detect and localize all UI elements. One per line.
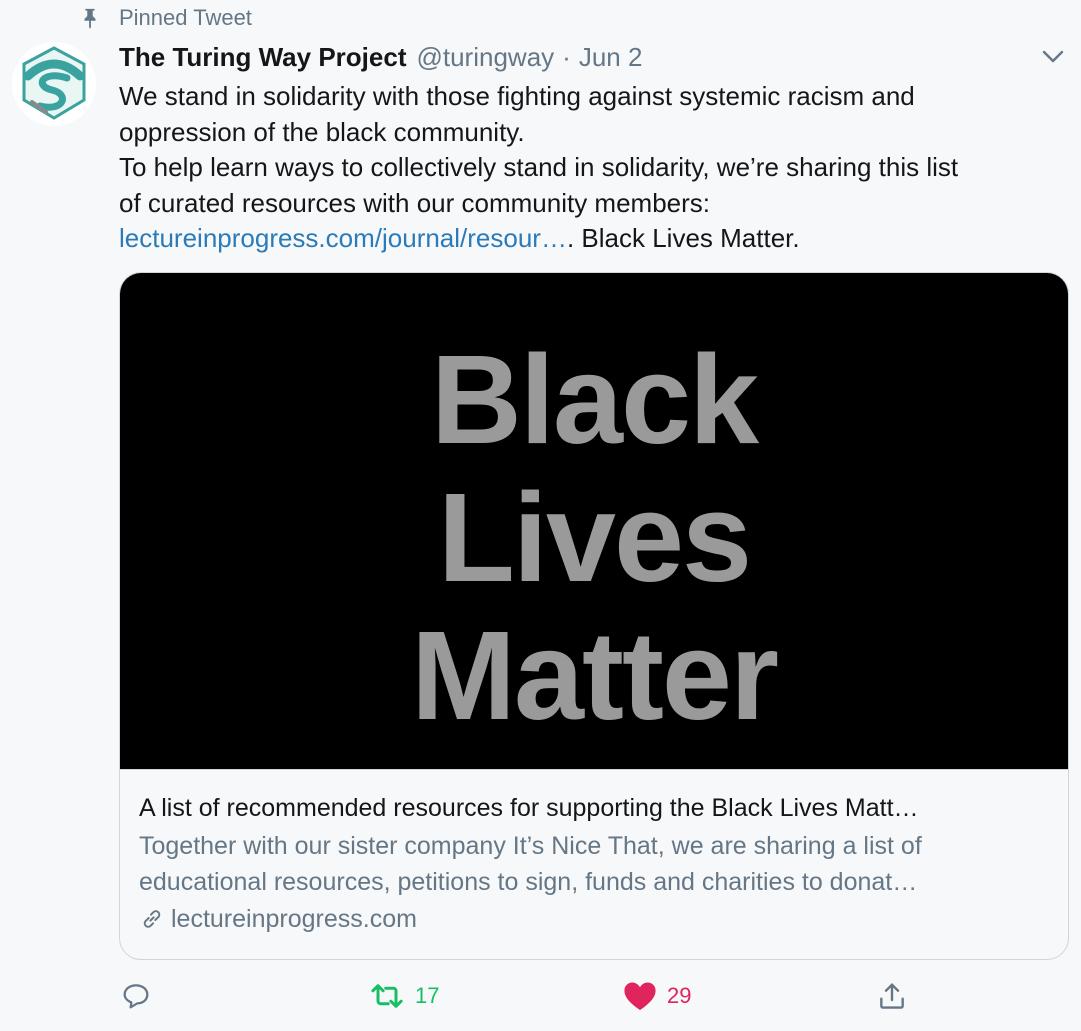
card-title: A list of recommended resources for supp… (139, 794, 919, 822)
chevron-down-icon (1042, 50, 1064, 63)
link-icon (143, 910, 161, 928)
retweet-icon (371, 984, 403, 1008)
card-domain: lectureinprogress.com (171, 904, 417, 933)
card-domain-row: lectureinprogress.com (139, 903, 417, 935)
tweet-actions: 17 29 (0, 976, 1081, 1016)
tweet-text-line: oppression of the black community. (119, 116, 525, 147)
like-button[interactable]: 29 (623, 976, 691, 1016)
card-divider (120, 769, 1068, 770)
tweet-link[interactable]: lectureinprogress.com/journal/resour… (119, 223, 567, 253)
tweet-date[interactable]: Jun 2 (579, 42, 643, 73)
pinned-label: Pinned Tweet (119, 5, 252, 30)
tweet-text-line: To help learn ways to collectively stand… (119, 152, 959, 182)
card-image-line: Lives (437, 467, 752, 608)
share-icon (880, 983, 904, 1009)
turing-way-logo (12, 42, 96, 126)
link-card[interactable]: Black Lives Matter A list of recommended… (119, 272, 1069, 960)
tweet[interactable]: Pinned Tweet The Turing Way Project @tur… (0, 0, 1081, 1031)
tweet-text: We stand in solidarity with those fighti… (119, 79, 1069, 257)
tweet-header: The Turing Way Project @turingway · Jun … (119, 40, 642, 74)
retweet-count: 17 (415, 983, 440, 1008)
card-image: Black Lives Matter (120, 273, 1068, 769)
tweet-text-tail: . Black Lives Matter. (566, 223, 800, 253)
pin-icon (84, 8, 96, 29)
avatar[interactable] (12, 42, 96, 126)
card-description-line: educational resources, petitions to sign… (139, 867, 918, 896)
retweet-button[interactable]: 17 (369, 976, 439, 1016)
more-options-button[interactable] (1038, 44, 1068, 70)
card-image-text: Black Lives Matter (120, 331, 1068, 745)
author-name[interactable]: The Turing Way Project (119, 42, 406, 73)
card-image-line: Matter (410, 605, 779, 746)
reply-icon (123, 984, 149, 1009)
card-image-line: Black (430, 329, 759, 470)
pinned-indicator: Pinned Tweet (79, 4, 252, 32)
share-button[interactable] (876, 976, 908, 1016)
author-handle[interactable]: @turingway (416, 42, 554, 73)
heart-icon (624, 982, 656, 1011)
card-description-line: Together with our sister company It’s Ni… (139, 832, 922, 860)
reply-button[interactable] (120, 976, 162, 1016)
tweet-text-line: We stand in solidarity with those fighti… (119, 81, 915, 111)
like-count: 29 (667, 983, 692, 1008)
tweet-text-line: of curated resources with our community … (119, 187, 710, 218)
separator: · (562, 41, 571, 72)
tweet-text-line: lectureinprogress.com/journal/resour…. B… (119, 221, 1069, 257)
card-description: Together with our sister company It’s Ni… (139, 829, 1049, 900)
